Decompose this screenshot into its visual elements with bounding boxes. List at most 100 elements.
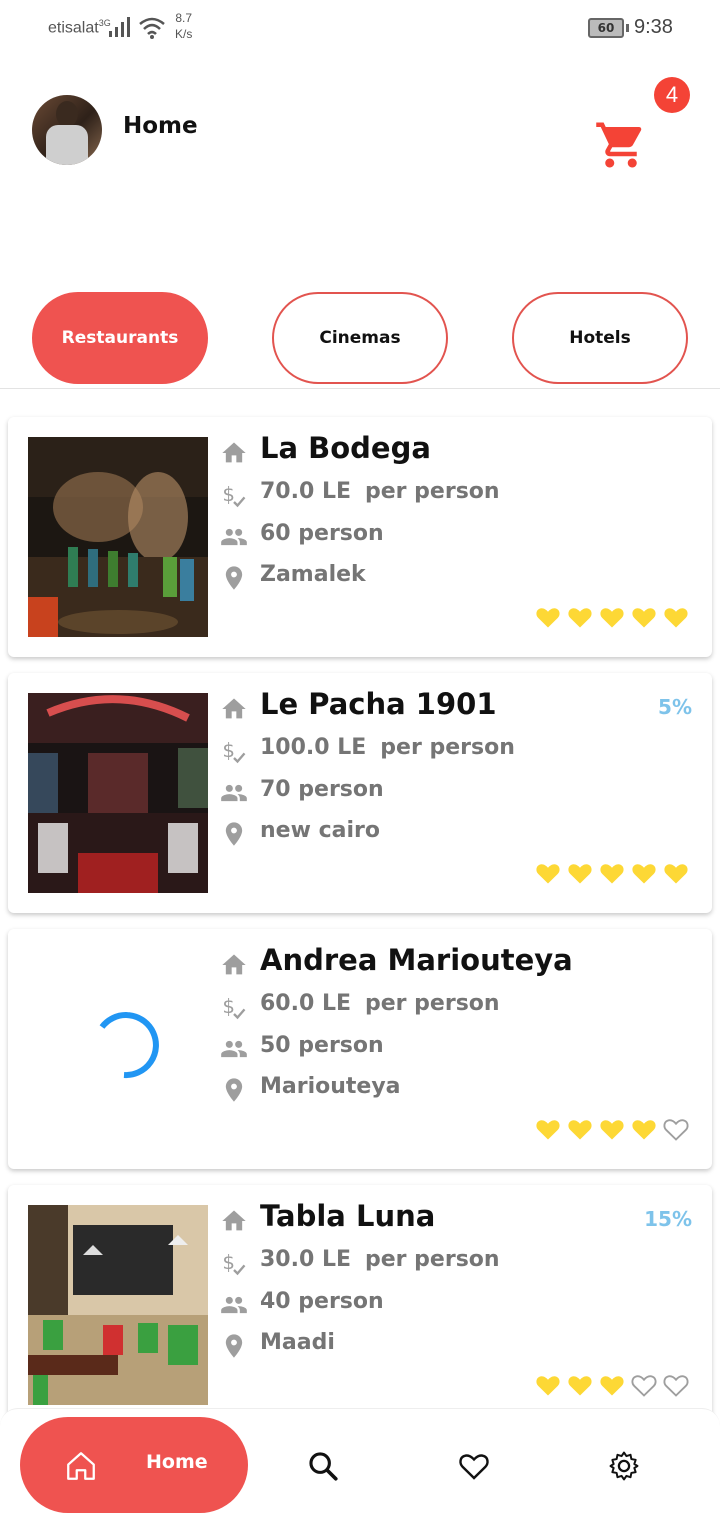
battery-tip [626,24,629,32]
home-icon [222,698,246,719]
heart-filled-icon [536,608,560,628]
nav-home-label: Home [146,1451,208,1473]
place-photo [28,437,208,637]
place-capacity: 50 person [260,1033,384,1058]
people-icon [221,528,247,546]
battery-indicator: 60 [588,18,624,38]
price-icon: $ [222,995,246,1020]
category-divider [0,388,720,389]
carrier-name: etisalat3G [48,18,111,37]
rating-hearts [534,603,694,633]
heart-filled-icon [568,608,592,628]
heart-empty-icon [663,1375,689,1397]
page-title: Home [123,113,198,139]
location-pin-icon [225,822,243,846]
price-unit: per person [365,991,500,1016]
heart-filled-icon [536,864,560,884]
shopping-cart-icon[interactable] [593,118,649,172]
discount-badge: 15% [644,1207,692,1231]
price-value: 60.0 LE [260,991,351,1016]
heart-filled-icon [568,864,592,884]
home-icon [222,1210,246,1231]
rating-hearts [534,1115,694,1145]
place-area: Maadi [260,1330,335,1355]
heart-filled-icon [664,864,688,884]
avatar-body-shape [46,125,88,165]
place-name: Le Pacha 1901 [260,687,497,721]
place-price: 70.0 LE per person [260,479,500,504]
heart-filled-icon [632,864,656,884]
heart-filled-icon [600,1376,624,1396]
rating-hearts [534,859,694,889]
heart-filled-icon [600,608,624,628]
heart-filled-icon [632,1120,656,1140]
place-capacity: 40 person [260,1289,384,1314]
heart-empty-icon [663,1119,689,1141]
category-tab-hotels[interactable]: Hotels [512,292,688,384]
people-icon [221,784,247,802]
place-price: 100.0 LE per person [260,735,515,760]
home-icon [67,1452,95,1480]
location-pin-icon [225,1334,243,1358]
heart-filled-icon [536,1376,560,1396]
network-speed-value: 8.7 [175,11,193,25]
loading-spinner-icon [99,1012,159,1079]
place-card[interactable]: $ La Bodega 70.0 LE per person 60 person … [8,417,712,657]
price-unit: per person [365,1247,500,1272]
heart-filled-icon [632,608,656,628]
avatar[interactable] [32,95,102,165]
signal-strength-icon [109,17,130,37]
heart-filled-icon [664,608,688,628]
price-value: 70.0 LE [260,479,351,504]
heart-empty-icon [631,1375,657,1397]
svg-text:$: $ [222,483,235,506]
discount-badge: 5% [658,695,692,719]
place-name: La Bodega [260,431,431,465]
svg-text:$: $ [222,995,235,1018]
heart-icon[interactable] [457,1449,491,1483]
place-name: Tabla Luna [260,1199,436,1233]
place-price: 60.0 LE per person [260,991,500,1016]
wifi-icon [139,17,165,39]
home-icon [222,954,246,975]
place-photo [28,693,208,893]
settings-gear-icon[interactable] [607,1449,641,1483]
category-tab-restaurants[interactable]: Restaurants [32,292,208,384]
place-capacity: 60 person [260,521,384,546]
svg-text:$: $ [222,739,235,762]
location-pin-icon [225,566,243,590]
clock: 9:38 [634,16,673,38]
rating-hearts [534,1371,694,1401]
heart-filled-icon [568,1120,592,1140]
place-price: 30.0 LE per person [260,1247,500,1272]
place-area: Zamalek [260,562,366,587]
people-icon [221,1296,247,1314]
heart-filled-icon [600,864,624,884]
heart-filled-icon [568,1376,592,1396]
price-icon: $ [222,739,246,764]
place-card[interactable]: $ Le Pacha 1901 5% 100.0 LE per person 70… [8,673,712,913]
location-pin-icon [225,1078,243,1102]
network-speed: 8.7 K/s [175,10,192,42]
place-area: new cairo [260,818,380,843]
price-value: 100.0 LE [260,735,367,760]
category-tab-cinemas[interactable]: Cinemas [272,292,448,384]
price-value: 30.0 LE [260,1247,351,1272]
place-name: Andrea Mariouteya [260,943,573,977]
cart-count-badge: 4 [654,77,690,113]
place-area: Mariouteya [260,1074,401,1099]
heart-filled-icon [536,1120,560,1140]
price-unit: per person [365,479,500,504]
search-icon[interactable] [306,1449,340,1483]
price-icon: $ [222,1251,246,1276]
price-icon: $ [222,483,246,508]
network-speed-unit: K/s [175,27,193,41]
nav-home-button[interactable]: Home [20,1417,248,1513]
home-icon [222,442,246,463]
place-card[interactable]: $ Andrea Mariouteya 60.0 LE per person 50… [8,929,712,1169]
place-photo [28,1205,208,1405]
status-bar: etisalat3G 8.7 K/s 60 9:38 [0,0,720,56]
heart-filled-icon [600,1120,624,1140]
people-icon [221,1040,247,1058]
place-card[interactable]: $ Tabla Luna 15% 30.0 LE per person 40 pe… [8,1185,712,1425]
